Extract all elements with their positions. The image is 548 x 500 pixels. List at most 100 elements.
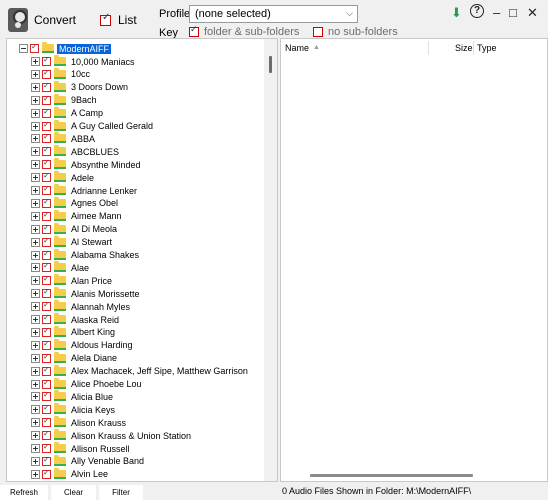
tree-check-icon[interactable] [42, 378, 51, 389]
expand-icon[interactable] [31, 444, 40, 453]
expand-icon[interactable] [31, 302, 40, 312]
expand-icon[interactable] [31, 456, 40, 466]
download-icon[interactable]: ⬇ [451, 5, 462, 21]
expand-icon[interactable] [31, 379, 40, 389]
list-hscroll-thumb[interactable] [310, 474, 473, 477]
file-list[interactable]: Name ▲ Size Type [280, 38, 548, 482]
tree-check-icon[interactable] [42, 339, 51, 350]
expand-icon[interactable] [31, 237, 40, 247]
column-size[interactable]: Size [455, 43, 473, 53]
tree-item[interactable]: Agnes Obel [31, 196, 120, 210]
expand-icon[interactable] [31, 263, 40, 273]
filter-button[interactable]: Filter [99, 485, 143, 500]
expand-icon[interactable] [31, 160, 40, 170]
tree-item[interactable]: Adrianne Lenker [31, 184, 139, 197]
expand-icon[interactable] [31, 392, 40, 402]
expand-icon[interactable] [31, 418, 40, 428]
expand-icon[interactable] [31, 69, 40, 79]
tree-check-icon[interactable] [42, 197, 51, 208]
expand-icon[interactable] [31, 405, 40, 415]
tree-item[interactable]: 9Bach [31, 93, 99, 107]
tree-check-icon[interactable] [42, 313, 51, 324]
expand-icon[interactable] [31, 469, 40, 479]
tree-item[interactable]: 10cc [31, 67, 92, 81]
tree-item[interactable]: Aimee Mann [31, 209, 124, 223]
column-name[interactable]: Name [285, 43, 309, 53]
tree-check-icon[interactable] [42, 145, 51, 157]
column-type[interactable]: Type [477, 43, 497, 53]
expand-icon[interactable] [31, 276, 40, 286]
tree-check-icon[interactable] [42, 287, 51, 299]
tree-check-icon[interactable] [42, 429, 51, 441]
clear-button[interactable]: Clear [51, 485, 96, 500]
expand-icon[interactable] [31, 340, 40, 350]
refresh-button[interactable]: Refresh [0, 485, 48, 500]
expand-icon[interactable] [31, 57, 40, 66]
tree-item[interactable]: A Guy Called Gerald [31, 119, 155, 133]
tree-check-icon[interactable] [42, 171, 51, 183]
list-button[interactable]: List [100, 6, 137, 34]
tree-check-icon[interactable] [42, 81, 51, 92]
tree-check-icon[interactable] [42, 120, 51, 131]
tree-check-icon[interactable] [42, 468, 51, 479]
tree-item[interactable]: Alicia Keys [31, 403, 117, 416]
tree-check-icon[interactable] [30, 42, 39, 53]
expand-icon[interactable] [31, 250, 40, 260]
tree-item[interactable]: Allison Russell [31, 442, 132, 455]
tree-check-icon[interactable] [42, 184, 51, 195]
tree-item[interactable]: Ally Venable Band [31, 454, 146, 468]
expand-icon[interactable] [31, 315, 40, 324]
tree-item[interactable]: Alae [31, 261, 91, 274]
tree-item[interactable]: Aldous Harding [31, 338, 135, 352]
expand-icon[interactable] [31, 82, 40, 92]
tree-check-icon[interactable] [42, 300, 51, 312]
tree-check-icon[interactable] [42, 416, 51, 428]
tree-check-icon[interactable] [42, 442, 51, 453]
tree-check-icon[interactable] [42, 132, 51, 144]
tree-item[interactable]: Alabama Shakes [31, 248, 141, 262]
tree-item[interactable]: Alex Machacek, Jeff Sipe, Matthew Garris… [31, 364, 250, 378]
tree-check-icon[interactable] [42, 236, 51, 247]
tree-item[interactable]: Alannah Myles [31, 300, 132, 313]
expand-icon[interactable] [31, 211, 40, 221]
minimize-icon[interactable]: – [493, 5, 500, 20]
tree-check-icon[interactable] [42, 455, 51, 466]
tree-item[interactable]: Al Di Meola [31, 222, 119, 236]
tree-check-icon[interactable] [42, 274, 51, 286]
tree-item[interactable]: Alison Krauss [31, 416, 128, 429]
convert-button[interactable]: Convert [8, 6, 76, 34]
tree-item[interactable]: Adele [31, 171, 96, 184]
expand-icon[interactable] [31, 173, 40, 183]
tree-item[interactable]: Al Stewart [31, 235, 114, 249]
expand-icon[interactable] [31, 121, 40, 131]
expand-icon[interactable] [31, 327, 40, 337]
tree-check-icon[interactable] [42, 158, 51, 170]
tree-item[interactable]: Alanis Morissette [31, 287, 142, 300]
profile-select[interactable]: (none selected) ⌵ [189, 5, 358, 23]
maximize-icon[interactable]: □ [509, 5, 517, 20]
expand-icon[interactable] [31, 147, 40, 157]
tree-item[interactable]: Alicia Blue [31, 390, 115, 403]
expand-icon[interactable] [31, 289, 40, 299]
tree-check-icon[interactable] [42, 403, 51, 415]
help-icon[interactable]: ? [470, 4, 484, 18]
tree-item[interactable]: ABBA [31, 132, 97, 145]
tree-check-icon[interactable] [42, 94, 51, 105]
collapse-icon[interactable] [19, 44, 28, 53]
expand-icon[interactable] [31, 353, 40, 363]
close-icon[interactable]: ✕ [527, 5, 538, 21]
tree-item[interactable]: Alaska Reid [31, 313, 121, 326]
column-divider[interactable] [428, 41, 429, 55]
tree-check-icon[interactable] [42, 68, 51, 79]
expand-icon[interactable] [31, 431, 40, 441]
expand-icon[interactable] [31, 224, 40, 234]
tree-scrollbar[interactable] [264, 39, 277, 481]
tree-item[interactable]: ABCBLUES [31, 145, 121, 158]
expand-icon[interactable] [31, 198, 40, 208]
tree-check-icon[interactable] [42, 107, 51, 118]
tree-item[interactable]: Alan Price [31, 274, 114, 287]
expand-icon[interactable] [31, 108, 40, 118]
expand-icon[interactable] [31, 186, 40, 195]
tree-item[interactable]: 3 Doors Down [31, 80, 130, 94]
folder-tree[interactable]: ModernAIFF 10,000 Maniacs 10cc 3 Doors Dow… [6, 38, 278, 482]
